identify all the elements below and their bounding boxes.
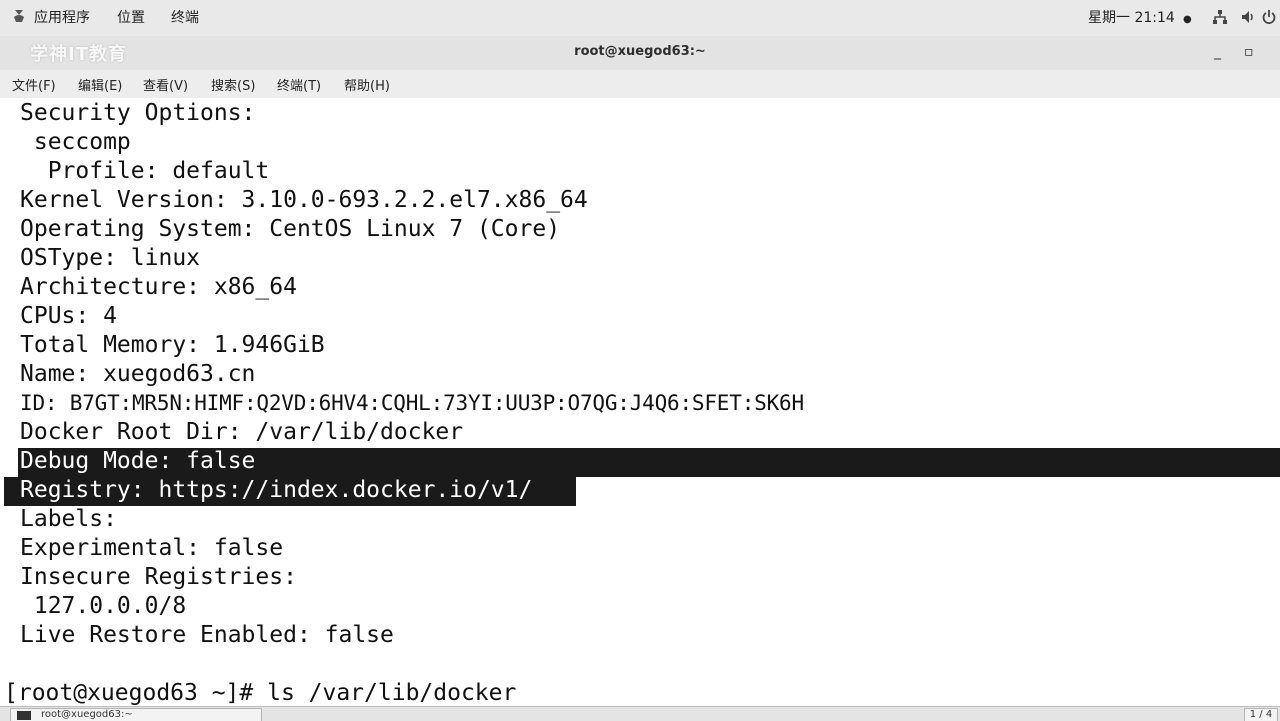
menu-bar: 文件(F) 编辑(E) 查看(V) 搜索(S) 终端(T) 帮助(H) — [0, 70, 1280, 99]
terminal-line: Live Restore Enabled: false — [20, 622, 394, 648]
clock-indicator-icon: ● — [1183, 14, 1192, 25]
terminal-line: 127.0.0.0/8 — [20, 593, 187, 619]
taskbar-window-label: root@xuegod63:~ — [41, 709, 133, 720]
terminal-line: Kernel Version: 3.10.0-693.2.2.el7.x86_6… — [20, 187, 588, 213]
applications-menu[interactable]: 应用程序 — [34, 8, 90, 28]
terminal-line: Operating System: CentOS Linux 7 (Core) — [20, 216, 561, 242]
clock[interactable]: 星期一 21:14 — [1088, 8, 1175, 28]
power-icon[interactable] — [1262, 9, 1276, 25]
window-titlebar[interactable]: 学神IT教育 root@xuegod63:~ _ ▫ — [0, 36, 1280, 71]
terminal-line: seccomp — [20, 129, 131, 155]
workspace-indicator[interactable]: 1 / 4 — [1244, 708, 1278, 721]
bottom-taskbar: root@xuegod63:~ 1 / 4 — [0, 706, 1280, 721]
terminal-line: ID: B7GT:MR5N:HIMF:Q2VD:6HV4:CQHL:73YI:U… — [20, 391, 804, 415]
terminal-line-selected: Registry: https://index.docker.io/v1/ — [20, 477, 533, 503]
terminal-icon — [17, 711, 31, 720]
menu-terminal[interactable]: 终端(T) — [277, 75, 321, 94]
terminal-line: Total Memory: 1.946GiB — [20, 332, 325, 358]
maximize-button[interactable]: ▫ — [1244, 44, 1254, 60]
window-title: root@xuegod63:~ — [574, 44, 706, 59]
terminal-line-selected: Debug Mode: false — [20, 448, 256, 474]
terminal-prompt-line: [root@xuegod63 ~]# ls /var/lib/docker — [4, 680, 517, 706]
menu-search[interactable]: 搜索(S) — [211, 75, 255, 94]
taskbar-window-button[interactable]: root@xuegod63:~ — [10, 708, 262, 721]
menu-help[interactable]: 帮助(H) — [344, 75, 390, 94]
terminal-line: CPUs: 4 — [20, 303, 117, 329]
menu-file[interactable]: 文件(F) — [12, 75, 56, 94]
minimize-button[interactable]: _ — [1214, 44, 1221, 60]
terminal-app-menu[interactable]: 终端 — [171, 8, 199, 28]
terminal-line: Experimental: false — [20, 535, 284, 561]
menu-edit[interactable]: 编辑(E) — [78, 75, 122, 94]
volume-icon[interactable] — [1240, 9, 1256, 25]
places-menu[interactable]: 位置 — [117, 8, 145, 28]
terminal-line: Labels: — [20, 506, 117, 532]
terminal-line: Security Options: — [20, 100, 256, 126]
terminal-line: Architecture: x86_64 — [20, 274, 297, 300]
applications-icon[interactable] — [12, 9, 26, 23]
terminal-line: Insecure Registries: — [20, 564, 297, 590]
terminal-line: OSType: linux — [20, 245, 201, 271]
terminal-output[interactable]: Security Options: seccomp Profile: defau… — [0, 98, 1280, 706]
terminal-line: Name: xuegod63.cn — [20, 361, 256, 387]
network-icon[interactable] — [1212, 9, 1228, 25]
top-panel: 应用程序 位置 终端 星期一 21:14 ● — [0, 0, 1280, 37]
terminal-line: Docker Root Dir: /var/lib/docker — [20, 419, 464, 445]
terminal-line: Profile: default — [20, 158, 270, 184]
menu-view[interactable]: 查看(V) — [143, 75, 188, 94]
